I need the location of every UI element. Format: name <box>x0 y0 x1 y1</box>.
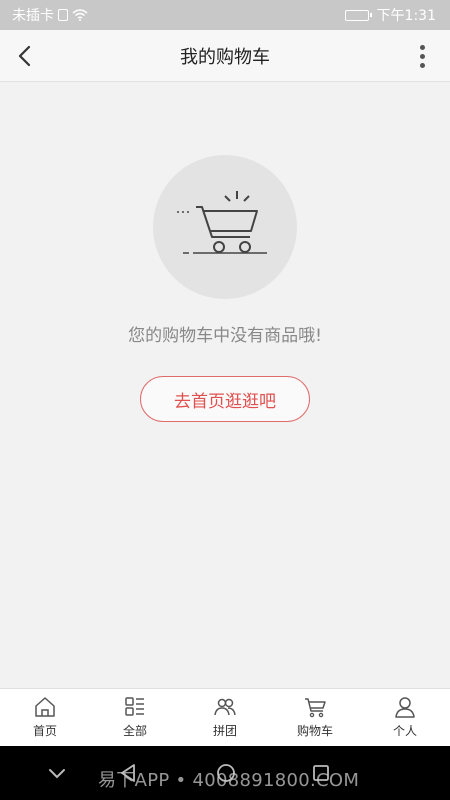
tab-label: 购物车 <box>296 724 333 738</box>
person-icon <box>395 697 415 718</box>
status-left: 未插卡 <box>12 5 88 25</box>
more-dots-icon <box>419 53 425 59</box>
sim-card-icon <box>58 9 68 21</box>
back-button[interactable] <box>12 42 36 70</box>
tab-label: 个人 <box>392 724 417 738</box>
carrier-text: 未插卡 <box>12 8 54 24</box>
more-dots-icon <box>419 62 425 68</box>
empty-cart-illustration <box>153 155 297 299</box>
empty-cart-message: 您的购物车中没有商品哦! <box>128 326 322 346</box>
group-icon <box>214 698 236 716</box>
tab-label: 全部 <box>122 724 147 738</box>
wifi-icon <box>72 9 88 21</box>
go-home-button[interactable]: 去首页逛逛吧 <box>140 376 310 422</box>
battery-icon <box>344 9 372 21</box>
tab-label: 首页 <box>32 724 57 738</box>
bottom-tab-bar: 首页 全部 拼团 购物车 个人 <box>0 688 450 746</box>
chevron-down-icon[interactable] <box>47 763 67 783</box>
tab-label: 拼团 <box>212 724 237 738</box>
empty-cart-state: 您的购物车中没有商品哦! 去首页逛逛吧 <box>0 155 450 422</box>
tab-group-buy[interactable]: 拼团 <box>180 689 270 746</box>
chevron-left-icon <box>18 45 31 67</box>
watermark-text: 易下APP • 4008891800.COM <box>98 770 360 791</box>
page-title: 我的购物车 <box>180 46 270 68</box>
home-icon <box>35 697 55 717</box>
cart-icon <box>305 698 326 718</box>
nav-bar: 我的购物车 <box>0 30 450 82</box>
status-bar: 未插卡 下午1:31 <box>0 0 450 30</box>
status-right: 下午1:31 <box>344 5 436 25</box>
tab-home[interactable]: 首页 <box>0 689 90 746</box>
shopping-cart-icon <box>177 191 267 254</box>
tab-all[interactable]: 全部 <box>90 689 180 746</box>
more-menu-button[interactable] <box>416 42 428 70</box>
more-dots-icon <box>419 44 425 50</box>
clock-text: 下午1:31 <box>376 8 436 24</box>
tab-cart[interactable]: 购物车 <box>270 689 360 746</box>
tab-profile[interactable]: 个人 <box>360 689 450 746</box>
category-icon <box>125 697 144 716</box>
